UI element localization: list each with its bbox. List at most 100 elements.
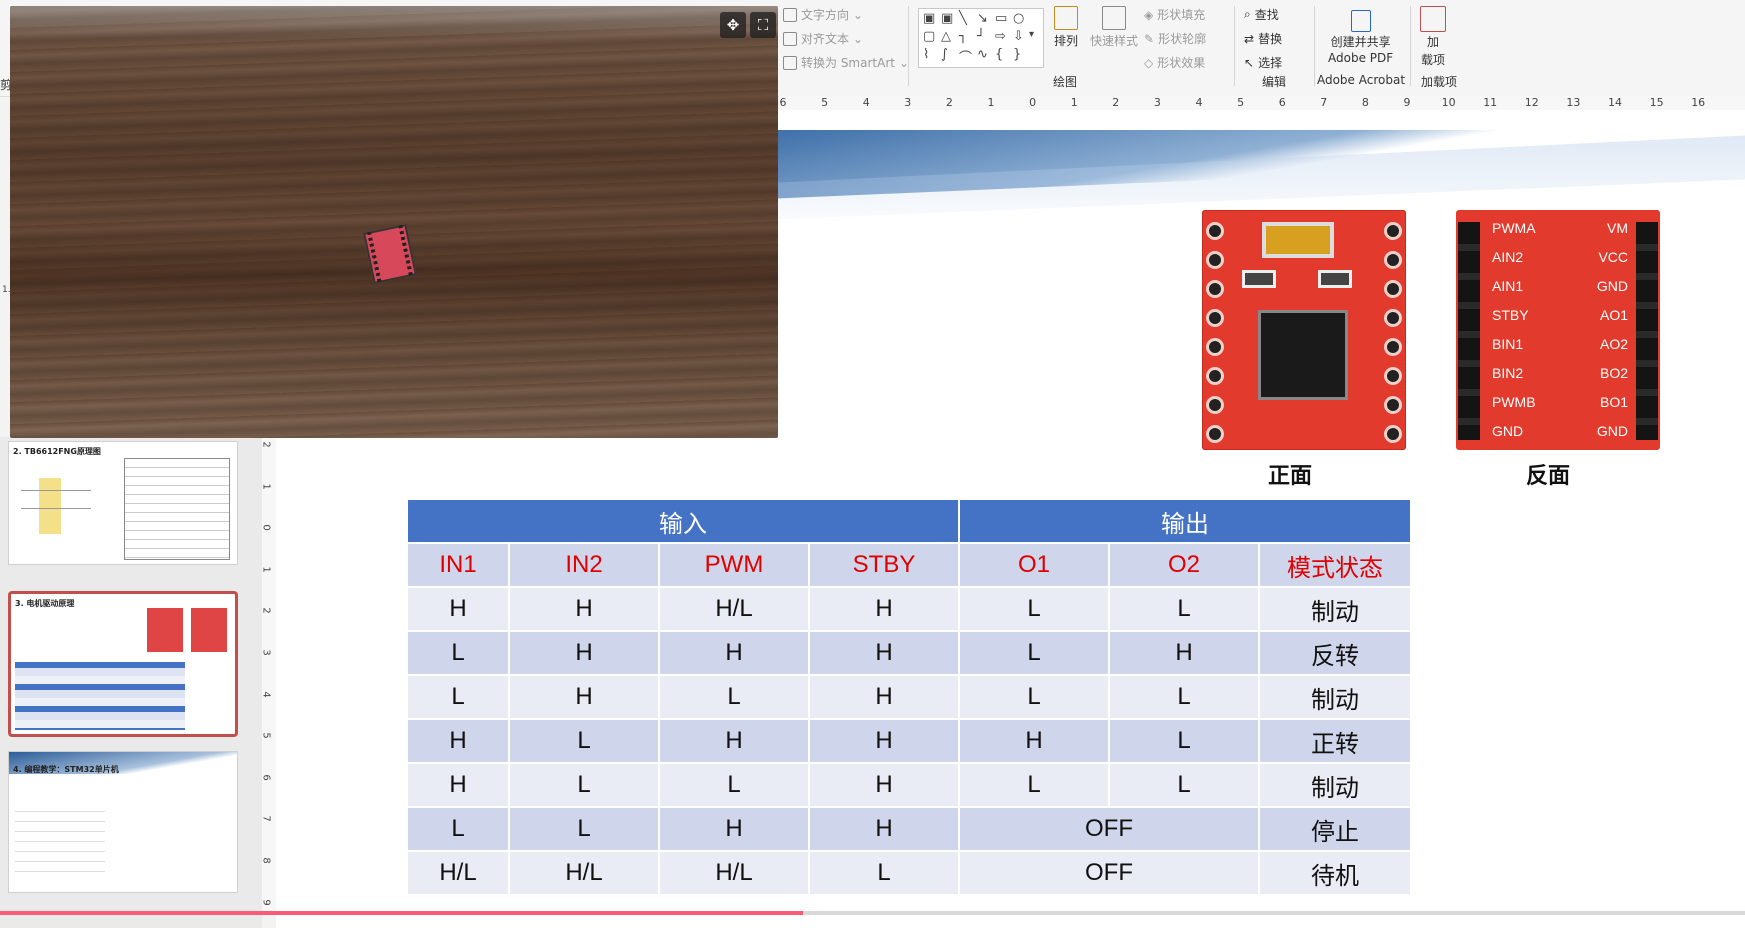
table-cell: L	[406, 674, 510, 720]
rounded-rect-shape-icon: ▢	[923, 29, 936, 44]
ribbon-separator	[1234, 6, 1235, 86]
convert-smartart-button[interactable]: 转换为 SmartArt ⌄	[783, 54, 909, 71]
ruler-tick: 2	[945, 96, 953, 109]
create-share-pdf-button[interactable]: 创建并共享 Adobe PDF	[1328, 10, 1393, 65]
create-share-label-2: Adobe PDF	[1328, 51, 1394, 65]
quick-styles-button[interactable]: 快速样式	[1090, 6, 1138, 49]
back-pin-label-left: BIN1	[1492, 336, 1524, 352]
ruler-tick: 6	[1278, 96, 1286, 109]
table-cell-merged: OFF	[958, 806, 1260, 852]
table-cell: L	[508, 762, 660, 808]
select-button[interactable]: ↖ 选择	[1244, 54, 1282, 71]
back-pin-label-right: AO1	[1599, 307, 1628, 323]
back-pin-label-right: BO1	[1599, 394, 1628, 410]
slide-thumbnail-active[interactable]: 3. 电机驱动原理	[8, 591, 238, 737]
pin-hole	[1206, 396, 1224, 414]
schematic-wire	[21, 508, 91, 509]
quick-styles-label: 快速样式	[1090, 34, 1139, 48]
pin-hole	[1384, 367, 1402, 385]
ruler-tick: 8	[1361, 96, 1369, 109]
pin-hole	[1384, 425, 1402, 443]
table-cell: L	[658, 762, 810, 808]
slide-thumbnail[interactable]: 2. TB6612FNG原理图	[8, 441, 238, 565]
slide-thumbnail[interactable]: 4. 编程教学：STM32单片机	[8, 751, 238, 893]
table-cell: H	[508, 674, 660, 720]
ribbon-separator	[908, 6, 909, 86]
table-cell: H	[808, 762, 960, 808]
freeform-shape-icon: ⌇	[923, 47, 930, 62]
table-cell: H	[508, 630, 660, 676]
move-icon[interactable]: ✥	[720, 12, 746, 38]
back-pin-label-left: AIN1	[1492, 278, 1524, 294]
shapes-gallery[interactable]: ▣ ▣ ╲ ↘ ▭ ○ ▢ △ ┐ ┘ ⇨ ⇩ ⌇ ∫ ⌒ ∿ { } ▾	[918, 8, 1044, 68]
pdf-share-icon	[1350, 10, 1371, 32]
table-cell: H	[808, 586, 960, 632]
col-header-in2: IN2	[508, 542, 660, 588]
col-header-o2: O2	[1108, 542, 1260, 588]
elbow-shape-icon: ┘	[977, 29, 985, 44]
schematic-wire	[21, 490, 91, 491]
chevron-down-icon: ⌄	[853, 7, 864, 22]
shape-outline-label: 形状轮廓	[1158, 32, 1207, 46]
ruler-tick: 5	[821, 96, 829, 109]
table-cell: L	[508, 806, 660, 852]
ruler-tick: 13	[1566, 96, 1581, 109]
addins-button[interactable]: 加 载项	[1420, 6, 1446, 68]
wave-shape-icon: ∿	[977, 47, 988, 62]
back-pin-label-right: VCC	[1598, 249, 1628, 265]
addins-label-2: 载项	[1420, 53, 1445, 67]
brace-left-shape-icon: {	[995, 47, 1004, 62]
table-cell: L	[958, 674, 1110, 720]
back-pin-label-left: AIN2	[1492, 249, 1524, 265]
shape-fill-button[interactable]: ◈ 形状填充	[1144, 6, 1205, 23]
text-direction-button[interactable]: 文字方向 ⌄	[783, 6, 863, 23]
table-cell: H/L	[658, 586, 810, 632]
replace-button[interactable]: ⇄ 替换	[1244, 30, 1282, 47]
back-pin-label-left: BIN2	[1492, 365, 1524, 381]
ruler-tick: 11	[1483, 96, 1498, 109]
find-button[interactable]: ⌕ 查找	[1244, 6, 1279, 23]
back-pin-label-right: GND	[1596, 423, 1628, 439]
pin-hole	[1384, 251, 1402, 269]
pin-header-left	[1458, 222, 1480, 440]
table-cell: H	[1108, 630, 1260, 676]
arrange-button[interactable]: 排列	[1054, 6, 1078, 49]
connector-shape-icon: ┐	[959, 29, 967, 44]
align-text-button[interactable]: 对齐文本 ⌄	[783, 30, 863, 47]
table-cell: 反转	[1257, 630, 1413, 676]
table-cell: 制动	[1257, 674, 1413, 720]
board-pins	[398, 224, 414, 277]
back-pin-label-left: PWMB	[1492, 394, 1536, 410]
vruler-tick: 7	[260, 815, 272, 823]
shape-outline-button[interactable]: ✎ 形状轮廓	[1144, 30, 1206, 47]
ruler-tick: 12	[1524, 96, 1539, 109]
table-row: L L H H OFF 停止	[406, 806, 1413, 852]
table-cell: L	[1108, 718, 1260, 764]
col-header-mode: 模式状态	[1257, 542, 1413, 588]
down-arrow-shape-icon: ⇩	[1013, 29, 1024, 44]
shape-effects-button[interactable]: ◇ 形状效果	[1144, 54, 1205, 71]
text-direction-icon	[783, 7, 797, 22]
table-cell: H	[808, 630, 960, 676]
ruler-tick: 3	[1153, 96, 1161, 109]
column-header-row: IN1 IN2 PWM STBY O1 O2 模式状态	[406, 542, 1413, 588]
thumb-title: 3. 电机驱动原理	[15, 599, 75, 608]
arc-shape-icon: ⌒	[959, 51, 973, 66]
back-pin-label-left: GND	[1492, 423, 1524, 439]
replace-label: 替换	[1258, 32, 1283, 46]
rectangle-shape-icon: ▭	[995, 11, 1008, 26]
pin-hole	[1206, 280, 1224, 298]
vruler-tick: 6	[260, 774, 272, 781]
table-row: H H H/L H L L 制动	[406, 586, 1413, 632]
table-cell: H	[406, 586, 510, 632]
module-front-preview	[147, 608, 183, 652]
gallery-more-icon[interactable]: ▾	[1029, 29, 1034, 40]
quick-styles-icon	[1102, 6, 1126, 30]
back-caption: 反面	[1526, 464, 1571, 489]
smd-component	[1318, 270, 1352, 288]
vruler-tick: 9	[260, 898, 272, 906]
table-cell: H	[658, 630, 810, 676]
fullscreen-icon[interactable]: ⛶	[750, 12, 776, 38]
group-acrobat-label: Adobe Acrobat	[1316, 73, 1406, 87]
video-overlay[interactable]: ✥ ⛶	[10, 6, 778, 438]
